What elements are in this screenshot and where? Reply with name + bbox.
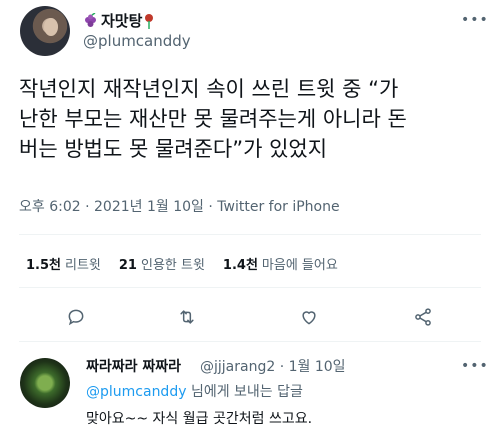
divider xyxy=(19,234,481,235)
like-icon xyxy=(302,311,316,325)
retweet-icon xyxy=(180,310,194,324)
reply-button[interactable] xyxy=(66,307,86,331)
share-button[interactable] xyxy=(413,307,433,331)
divider xyxy=(19,341,481,342)
like-button[interactable] xyxy=(299,307,319,331)
reply-date[interactable]: 1월 10일 xyxy=(289,359,346,375)
reply-author-name[interactable]: 짜라짜라 짜짜라 xyxy=(86,356,181,376)
divider xyxy=(19,287,481,288)
more-options-icon[interactable]: ••• xyxy=(461,12,489,28)
reply-author-handle: @jjjarang2 · 1월 10일 xyxy=(200,359,346,375)
tweet-meta: 오후 6:02 · 2021년 1월 10일 · Twitter for iPh… xyxy=(19,199,340,215)
tweet-text-line: 난한 부모는 재산만 못 물려주는게 아니라 돈 xyxy=(19,107,407,131)
reply-mention[interactable]: @plumcanddy xyxy=(86,384,187,400)
author-name[interactable]: 자맛탕 xyxy=(83,10,154,31)
avatar[interactable] xyxy=(20,6,70,56)
tweet-date[interactable]: 2021년 1월 10일 xyxy=(94,199,204,215)
tweet-stats: 1.5천 리트윗 21 인용한 트윗 1.4천 마음에 들어요 xyxy=(26,254,338,273)
grape-icon xyxy=(85,12,96,27)
tweet-text-line: 버는 방법도 못 물려준다”가 있었지 xyxy=(19,137,328,161)
reply-icon xyxy=(68,309,84,326)
tweet-text: 작년인지 재작년인지 속이 쓰린 트윗 중 “가 난한 부모는 재산만 못 물려… xyxy=(19,74,484,164)
reply-handle[interactable]: @jjjarang2 xyxy=(200,359,275,375)
reply-more-options-icon[interactable]: ••• xyxy=(461,358,489,374)
rose-icon xyxy=(145,13,154,29)
likes-stat[interactable]: 1.4천 마음에 들어요 xyxy=(223,254,338,273)
retweet-button[interactable] xyxy=(177,307,197,331)
share-icon xyxy=(415,308,431,326)
replying-to: @plumcanddy 님에게 보내는 답글 xyxy=(86,381,303,401)
retweets-stat[interactable]: 1.5천 리트윗 xyxy=(26,254,101,273)
tweet-source[interactable]: Twitter for iPhone xyxy=(217,199,339,215)
quotes-stat[interactable]: 21 인용한 트윗 xyxy=(119,254,205,273)
reply-avatar[interactable] xyxy=(20,358,70,408)
tweet-time[interactable]: 오후 6:02 xyxy=(19,199,81,215)
author-handle[interactable]: @plumcanddy xyxy=(83,32,191,50)
reply-text: 맞아요~~ 자식 월급 곳간처럼 쓰고요. xyxy=(86,411,313,427)
replying-to-label: 님에게 보내는 답글 xyxy=(190,384,303,400)
author-display-name: 자맛탕 xyxy=(101,12,143,30)
tweet-text-line: 작년인지 재작년인지 속이 쓰린 트윗 중 “가 xyxy=(19,77,399,101)
